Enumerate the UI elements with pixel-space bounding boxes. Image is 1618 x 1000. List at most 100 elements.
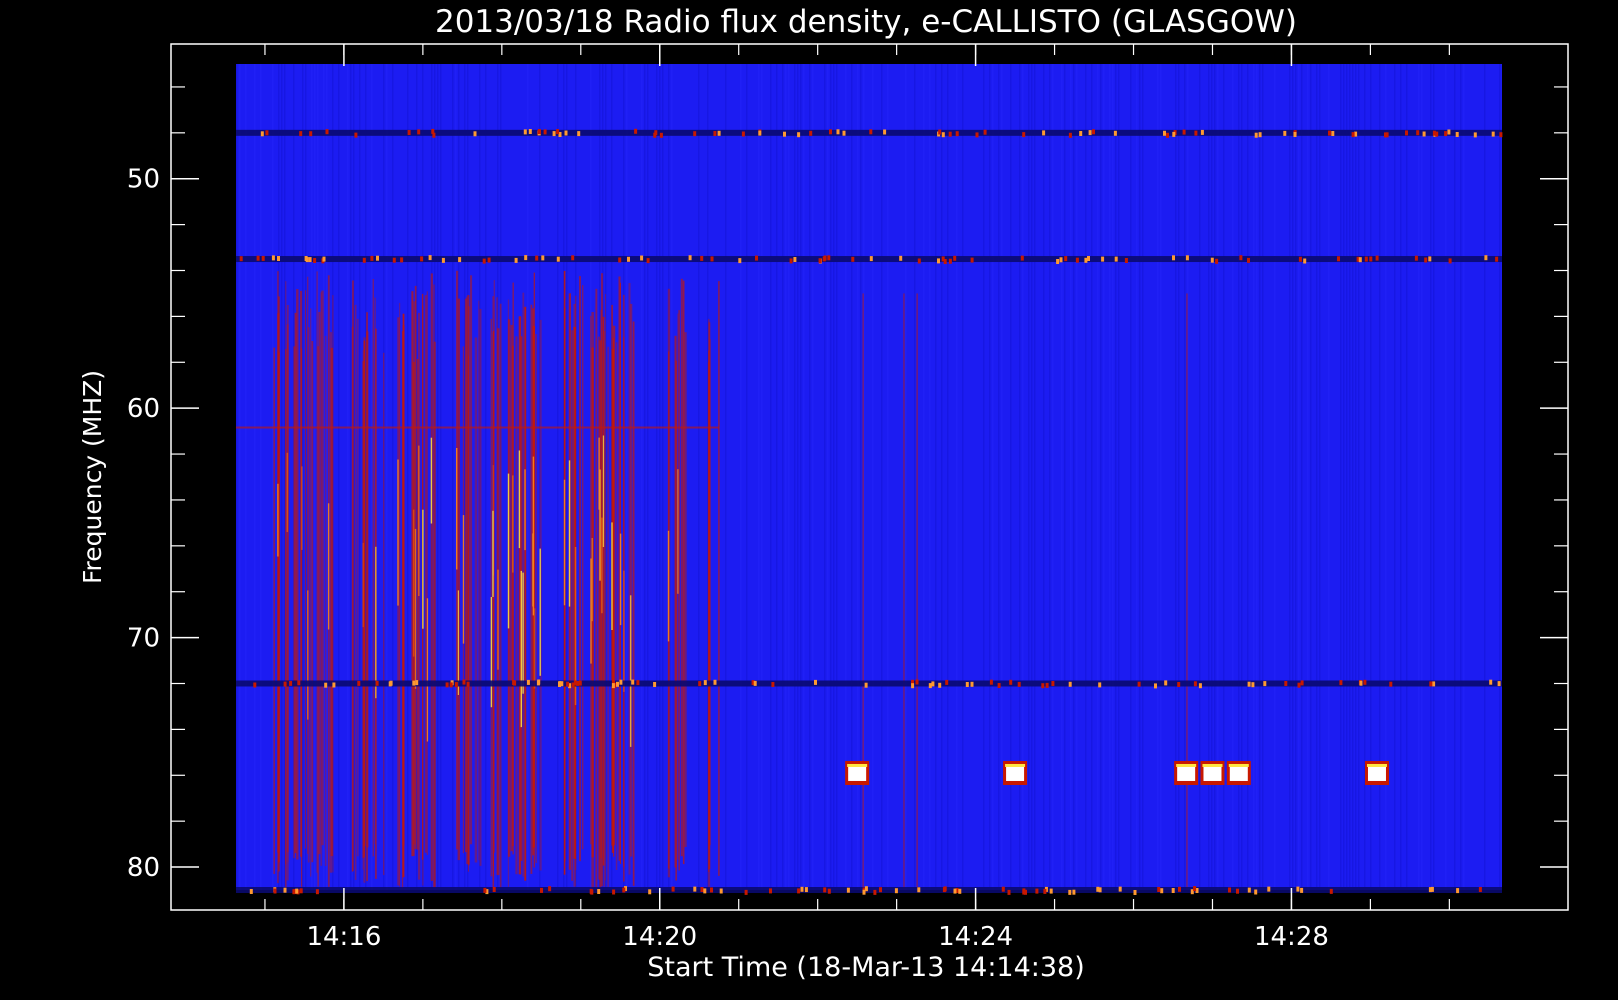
- noise-column: [830, 64, 832, 890]
- burst-streak: [600, 309, 602, 859]
- burst-streak: [474, 337, 478, 863]
- interference-dot: [1166, 132, 1169, 138]
- interference-dot: [622, 887, 626, 893]
- interference-dot: [556, 129, 560, 135]
- interference-dot: [462, 679, 466, 685]
- burst-streak: [372, 279, 374, 857]
- interference-dot: [1056, 259, 1060, 264]
- noise-column: [1256, 64, 1258, 890]
- noise-column: [1406, 64, 1408, 890]
- noise-column: [1085, 64, 1087, 890]
- burst-streak: [330, 332, 332, 873]
- interference-dot: [1363, 679, 1367, 685]
- interference-dot: [1484, 255, 1488, 261]
- burst-highlight: [430, 437, 433, 524]
- interference-dot: [548, 886, 552, 892]
- noise-column: [1310, 64, 1312, 890]
- interference-dot: [769, 888, 772, 894]
- interference-dot: [1113, 130, 1117, 136]
- noise-column: [962, 64, 964, 890]
- interference-dot: [700, 887, 704, 892]
- interference-dot: [1331, 131, 1335, 136]
- interference-dot: [304, 256, 308, 261]
- interference-dot: [864, 682, 868, 688]
- weak-burst-streak: [903, 293, 905, 890]
- interference-dot: [1414, 255, 1418, 261]
- burst-streak: [424, 295, 427, 853]
- interference-dot: [528, 129, 532, 134]
- noise-column: [887, 64, 889, 890]
- interference-dot: [1239, 255, 1243, 261]
- interference-dot: [943, 886, 947, 892]
- burst-highlight: [426, 598, 429, 742]
- burst-streak: [413, 301, 416, 845]
- noise-column: [314, 64, 316, 890]
- noise-column: [281, 64, 283, 890]
- interference-dot: [1215, 258, 1219, 264]
- burst-highlight: [422, 509, 424, 629]
- interference-dot: [953, 888, 957, 894]
- noise-column: [386, 64, 388, 890]
- interference-dot: [375, 680, 379, 686]
- interference-dot: [616, 681, 619, 687]
- interference-dot: [741, 131, 745, 137]
- interference-dot: [653, 682, 657, 687]
- interference-dot: [654, 130, 658, 136]
- burst-streak: [632, 321, 635, 886]
- noise-column: [1052, 64, 1054, 890]
- noise-column: [1064, 64, 1066, 890]
- interference-dot: [536, 680, 540, 686]
- interference-dot: [1251, 682, 1255, 688]
- noise-column: [527, 64, 529, 890]
- bright-spot-core: [1006, 764, 1025, 781]
- burst-streak: [571, 330, 573, 881]
- burst-streak: [357, 318, 359, 857]
- burst-streak: [277, 271, 279, 884]
- interference-dot: [283, 887, 287, 893]
- interference-dot: [289, 680, 293, 686]
- burst-streak: [595, 288, 598, 890]
- burst-streak: [324, 335, 327, 866]
- interference-dot: [1200, 129, 1204, 135]
- y-tick-label: 50: [127, 165, 160, 195]
- interference-dot: [928, 683, 932, 689]
- noise-column: [809, 64, 811, 890]
- spectrogram-chart: 2013/03/18 Radio flux density, e-CALLIST…: [0, 0, 1618, 1000]
- interference-dot: [1133, 890, 1137, 895]
- noise-column: [1097, 64, 1099, 890]
- burst-streak: [466, 296, 468, 864]
- interference-dot: [989, 679, 993, 685]
- burst-streak: [579, 276, 581, 862]
- interference-dot: [1455, 132, 1459, 137]
- burst-highlight: [397, 459, 399, 606]
- interference-dot: [458, 257, 462, 263]
- interference-dot: [738, 258, 742, 264]
- noise-column: [1076, 64, 1078, 890]
- interference-dot: [1428, 256, 1432, 262]
- interference-dot: [965, 682, 969, 687]
- burst-streak: [718, 281, 720, 876]
- interference-dot: [1258, 132, 1262, 138]
- interference-dot: [308, 257, 312, 263]
- interference-dot: [1297, 682, 1301, 688]
- interference-dot: [753, 680, 757, 686]
- interference-dot: [948, 131, 952, 137]
- noise-column: [698, 64, 700, 890]
- noise-column: [746, 64, 748, 890]
- weak-burst-streak: [862, 293, 864, 890]
- interference-dot: [1098, 682, 1102, 688]
- noise-column: [1142, 64, 1144, 890]
- interference-dot: [1096, 886, 1100, 892]
- burst-highlight: [598, 437, 600, 510]
- interference-dot: [1456, 888, 1460, 894]
- burst-highlight: [590, 558, 592, 664]
- y-axis-label: Frequency (MHZ): [78, 370, 107, 584]
- noise-column: [338, 64, 340, 890]
- burst-streak: [674, 335, 677, 868]
- burst-highlight: [532, 456, 535, 616]
- interference-dot: [376, 255, 379, 261]
- noise-column: [1070, 64, 1072, 890]
- interference-dot: [970, 257, 974, 263]
- interference-dot: [1491, 131, 1495, 137]
- noise-column: [872, 64, 874, 890]
